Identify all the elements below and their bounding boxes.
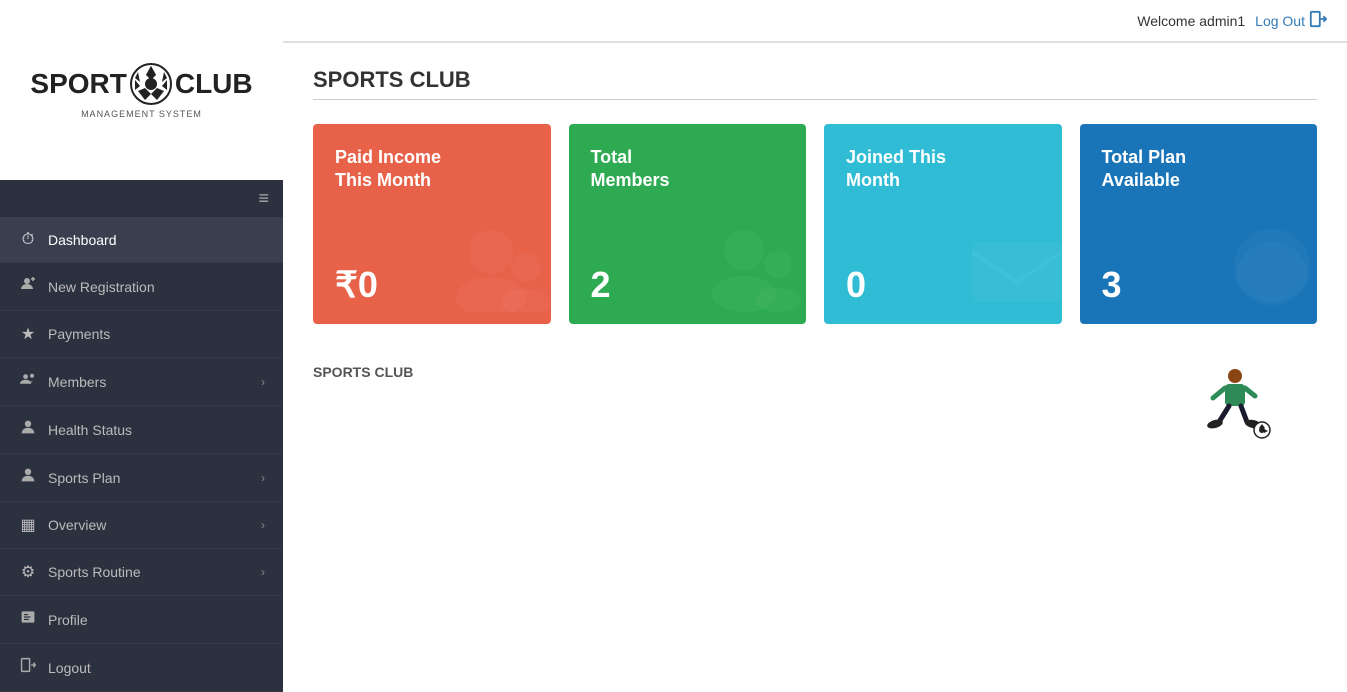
- logo-box: SPORT CLUB MANAGEMENT SYSTEM: [52, 15, 232, 165]
- sidebar-item-overview[interactable]: ▦ Overview ›: [0, 502, 283, 549]
- profile-icon: [18, 609, 38, 630]
- bottom-section: SPORTS CLUB: [313, 364, 1317, 454]
- logout-link-label: Log Out: [1255, 13, 1305, 29]
- card-paid-income-value: ₹0: [335, 264, 529, 306]
- card-total-members-value: 2: [591, 264, 785, 306]
- card-joined-month-value: 0: [846, 264, 1040, 306]
- card-total-members: TotalMembers 2: [569, 124, 807, 324]
- card-joined-month-title: Joined ThisMonth: [846, 146, 1040, 193]
- overview-chevron-icon: ›: [261, 518, 265, 532]
- sidebar-health-label: Health Status: [48, 422, 265, 438]
- members-chevron-icon: ›: [261, 375, 265, 389]
- logout-icon: [18, 657, 38, 678]
- sidebar-item-label: Dashboard: [48, 232, 265, 248]
- sidebar-item-members[interactable]: Members ›: [0, 358, 283, 406]
- sidebar-logout-label: Logout: [48, 660, 265, 676]
- payments-icon: ★: [18, 324, 38, 344]
- sidebar-sports-routine-label: Sports Routine: [48, 564, 251, 580]
- logo-area: SPORT CLUB MANAGEMENT SYSTEM: [0, 0, 283, 180]
- sidebar: SPORT CLUB MANAGEMENT SYSTEM: [0, 0, 283, 692]
- card-joined-month: Joined ThisMonth 0: [824, 124, 1062, 324]
- sports-routine-icon: ⚙: [18, 562, 38, 582]
- sidebar-overview-label: Overview: [48, 517, 251, 533]
- sidebar-sports-plan-label: Sports Plan: [48, 470, 251, 486]
- card-total-members-title: TotalMembers: [591, 146, 785, 193]
- health-status-icon: [18, 419, 38, 440]
- sidebar-item-dashboard[interactable]: ⏱ Dashboard: [0, 218, 283, 263]
- soccer-player-container: [433, 364, 1317, 454]
- sidebar-item-health-status[interactable]: Health Status: [0, 406, 283, 454]
- card-total-plan-title: Total PlanAvailable: [1102, 146, 1296, 193]
- sports-routine-chevron-icon: ›: [261, 565, 265, 579]
- logo-sub: MANAGEMENT SYSTEM: [81, 109, 202, 119]
- new-registration-icon: [18, 276, 38, 297]
- sidebar-profile-label: Profile: [48, 612, 265, 628]
- title-divider: [313, 99, 1317, 100]
- hamburger-row: ≡: [0, 180, 283, 218]
- sidebar-item-sports-plan[interactable]: Sports Plan ›: [0, 454, 283, 502]
- sidebar-item-profile[interactable]: Profile: [0, 596, 283, 644]
- sidebar-new-reg-label: New Registration: [48, 279, 265, 295]
- hamburger-icon[interactable]: ≡: [258, 188, 269, 209]
- card-total-plan-value: 3: [1102, 264, 1296, 306]
- logo-text: SPORT CLUB: [30, 62, 252, 106]
- card-paid-income-title: Paid IncomeThis Month: [335, 146, 529, 193]
- sports-plan-icon: [18, 467, 38, 488]
- topbar: Welcome admin1 Log Out: [283, 0, 1347, 43]
- sidebar-item-payments[interactable]: ★ Payments: [0, 311, 283, 358]
- overview-icon: ▦: [18, 515, 38, 535]
- members-icon: [18, 371, 38, 392]
- sidebar-members-label: Members: [48, 374, 251, 390]
- sports-plan-chevron-icon: ›: [261, 471, 265, 485]
- page-title: SPORTS CLUB: [313, 67, 1317, 93]
- sidebar-item-new-registration[interactable]: New Registration: [0, 263, 283, 311]
- bottom-label: SPORTS CLUB: [313, 364, 413, 380]
- cards-row: Paid IncomeThis Month ₹0 TotalMembers 2: [313, 124, 1317, 324]
- logo-club: CLUB: [175, 68, 253, 100]
- sidebar-payments-label: Payments: [48, 326, 265, 342]
- card-paid-income: Paid IncomeThis Month ₹0: [313, 124, 551, 324]
- soccer-ball-icon: [129, 62, 173, 106]
- logout-arrow-icon: [1309, 10, 1327, 31]
- welcome-text: Welcome admin1: [1137, 13, 1245, 29]
- sidebar-item-sports-routine[interactable]: ⚙ Sports Routine ›: [0, 549, 283, 596]
- logo-sport: SPORT: [30, 68, 126, 100]
- dashboard-icon: ⏱: [18, 231, 38, 249]
- content-area: SPORTS CLUB Paid IncomeThis Month ₹0 Tot…: [283, 43, 1347, 478]
- main-content: Welcome admin1 Log Out SPORTS CLUB Paid …: [283, 0, 1347, 692]
- soccer-player-icon: [1197, 364, 1277, 444]
- sidebar-item-logout[interactable]: Logout: [0, 644, 283, 692]
- logout-link[interactable]: Log Out: [1255, 10, 1327, 31]
- card-total-plan: Total PlanAvailable 3: [1080, 124, 1318, 324]
